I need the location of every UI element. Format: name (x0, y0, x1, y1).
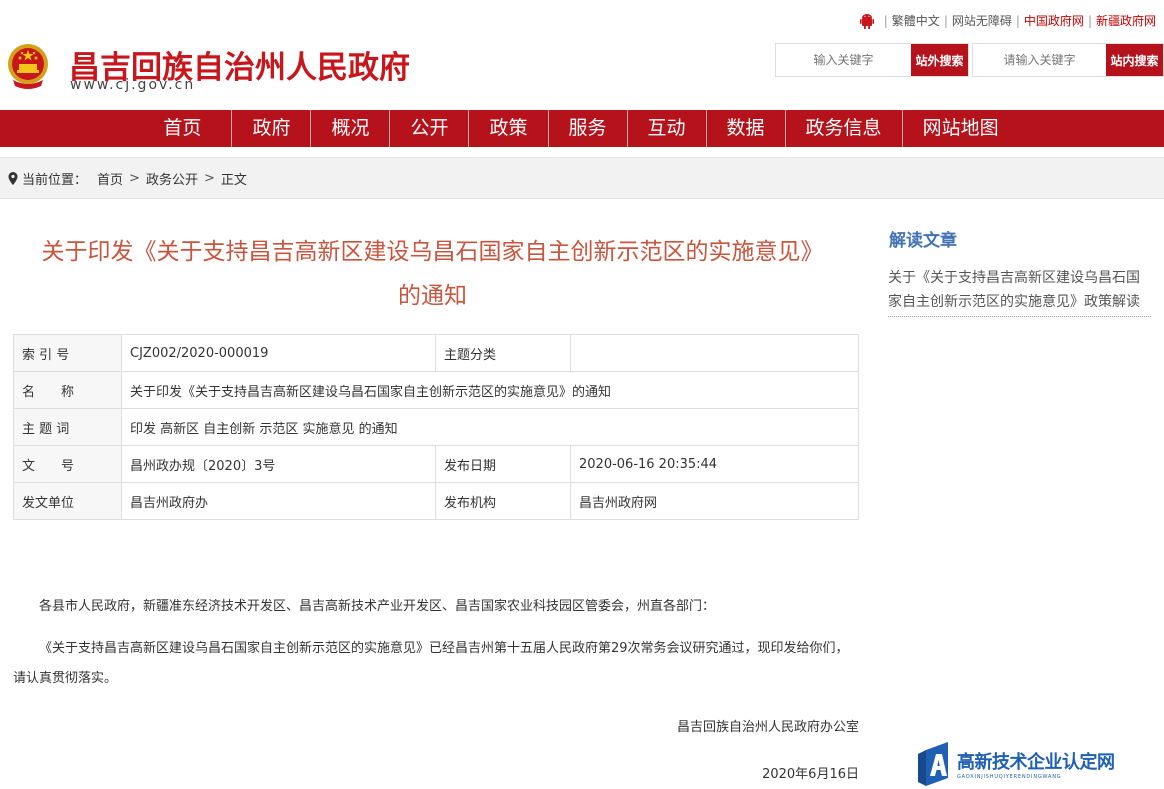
article-date: 2020年6月16日 (762, 767, 859, 782)
main-nav: 首页 政府 概况 公开 政策 服务 互动 数据 政务信息 网站地图 (0, 110, 1164, 147)
nav-item-sitemap[interactable]: 网站地图 (903, 110, 1019, 147)
meta-index-label: 索 引 号 (13, 334, 122, 372)
site-url: www.cj.gov.cn (70, 77, 196, 93)
breadcrumb-gov-public[interactable]: 政务公开 (146, 169, 198, 188)
xinjiang-gov-link[interactable]: 新疆政府网 (1096, 12, 1156, 29)
android-icon[interactable] (859, 13, 874, 29)
watermark-text: 高新技术企业认定网 (957, 752, 1115, 773)
article-paragraph: 《关于支持昌吉高新区建设乌昌石国家自主创新示范区的实施意见》已经昌吉州第十五届人… (13, 641, 849, 686)
national-emblem-icon[interactable] (5, 42, 51, 92)
divider: | (943, 13, 948, 28)
sidebar-interpretation-link[interactable]: 关于《关于支持昌吉高新区建设乌昌石国家自主创新示范区的实施意见》政策解读 (888, 266, 1151, 317)
article-addressee: 各县市人民政府，新疆准东经济技术开发区、昌吉高新技术产业开发区、昌吉国家农业科技… (39, 599, 716, 614)
meta-pubdate-label: 发布日期 (435, 445, 571, 483)
nav-item-service[interactable]: 服务 (549, 110, 628, 147)
breadcrumb-separator: > (129, 170, 140, 186)
sidebar-title: 解读文章 (889, 231, 957, 251)
nav-item-public[interactable]: 公开 (390, 110, 470, 147)
divider: | (1087, 13, 1092, 28)
meta-docno-label: 文 号 (13, 445, 122, 483)
traditional-chinese-link[interactable]: 繁體中文 (892, 12, 940, 29)
nav-item-interaction[interactable]: 互动 (628, 110, 707, 147)
article-title: 关于印发《关于支持昌吉高新区建设乌昌石国家自主创新示范区的实施意见》 的通知 (15, 230, 850, 318)
breadcrumb-separator: > (203, 170, 215, 186)
article-body: 各县市人民政府，新疆准东经济技术开发区、昌吉高新技术产业开发区、昌吉国家农业科技… (13, 592, 859, 694)
divider: | (883, 13, 888, 28)
meta-docno-value: 昌州政办规〔2020〕3号 (121, 445, 436, 483)
breadcrumb-home[interactable]: 首页 (97, 169, 123, 188)
watermark-logo-icon (918, 742, 948, 786)
meta-category-value (570, 334, 859, 372)
nav-item-policy[interactable]: 政策 (469, 110, 549, 147)
meta-issuer-value: 昌吉州政府办 (121, 482, 436, 520)
table-row: 索 引 号 CJZ002/2020-000019 主题分类 (13, 334, 859, 372)
meta-pubdate-value: 2020-06-16 20:35:44 (570, 445, 859, 483)
document-meta-table: 索 引 号 CJZ002/2020-000019 主题分类 名 称 关于印发《关… (13, 334, 859, 520)
table-row: 名 称 关于印发《关于支持昌吉高新区建设乌昌石国家自主创新示范区的实施意见》的通… (13, 371, 859, 409)
external-search-button[interactable]: 站外搜索 (911, 44, 968, 76)
breadcrumb-label: 当前位置： (22, 172, 88, 188)
meta-name-value: 关于印发《关于支持昌吉高新区建设乌昌石国家自主创新示范区的实施意见》的通知 (121, 371, 859, 409)
meta-name-label: 名 称 (13, 371, 122, 409)
location-pin-icon (8, 171, 18, 185)
table-row: 主 题 词 印发 高新区 自主创新 示范区 实施意见 的通知 (13, 408, 859, 446)
table-row: 文 号 昌州政办规〔2020〕3号 发布日期 2020-06-16 20:35:… (13, 445, 859, 483)
nav-item-home[interactable]: 首页 (133, 110, 233, 147)
article-title-line1: 关于印发《关于支持昌吉高新区建设乌昌石国家自主创新示范区的实施意见》 (41, 239, 824, 265)
accessibility-link[interactable]: 网站无障碍 (952, 12, 1012, 29)
china-gov-link[interactable]: 中国政府网 (1024, 12, 1084, 29)
external-search-input[interactable] (776, 44, 911, 76)
meta-keywords-label: 主 题 词 (13, 408, 122, 446)
nav-item-overview[interactable]: 概况 (311, 110, 391, 147)
site-search-button[interactable]: 站内搜索 (1106, 44, 1163, 76)
site-search-input[interactable] (973, 44, 1106, 76)
meta-keywords-value: 印发 高新区 自主创新 示范区 实施意见 的通知 (121, 408, 859, 446)
article-signature: 昌吉回族自治州人民政府办公室 (676, 720, 859, 735)
watermark: 高新技术企业认定网 GAOXINJISHUQIYERENDINGWANG (918, 741, 1164, 787)
nav-item-gov-info[interactable]: 政务信息 (786, 110, 903, 147)
meta-publisher-label: 发布机构 (435, 482, 571, 520)
meta-issuer-label: 发文单位 (13, 482, 122, 520)
article-title-line2: 的通知 (398, 283, 467, 309)
meta-publisher-value: 昌吉州政府网 (570, 482, 859, 520)
table-row: 发文单位 昌吉州政府办 发布机构 昌吉州政府网 (13, 482, 859, 520)
breadcrumb-current: 正文 (220, 172, 247, 188)
external-search: 站外搜索 (775, 43, 969, 77)
divider: | (1015, 13, 1020, 28)
site-search: 站内搜索 (972, 43, 1164, 77)
breadcrumb: 当前位置： 首页 > 政务公开 > 正文 (0, 157, 1164, 199)
nav-item-government[interactable]: 政府 (232, 110, 312, 147)
meta-index-value: CJZ002/2020-000019 (121, 334, 436, 372)
nav-item-data[interactable]: 数据 (707, 110, 786, 147)
meta-category-label: 主题分类 (435, 334, 571, 372)
watermark-subtext: GAOXINJISHUQIYERENDINGWANG (957, 774, 1062, 780)
top-links-bar: | 繁體中文 | 网站无障碍 | 中国政府网 | 新疆政府网 (859, 12, 1156, 29)
